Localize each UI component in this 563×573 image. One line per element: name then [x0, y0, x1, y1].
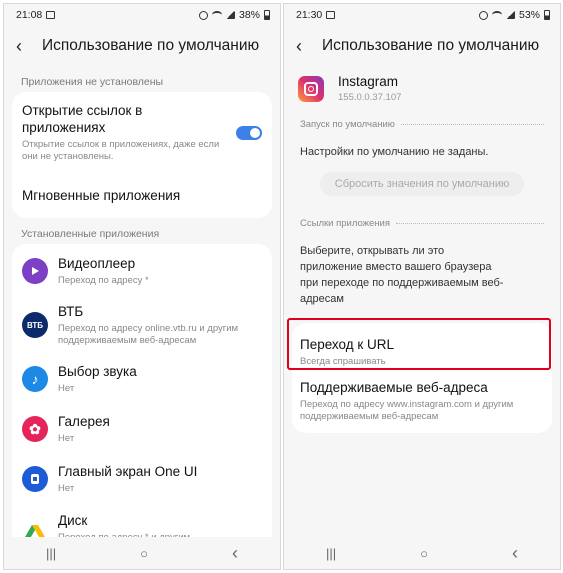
image-notification-icon	[326, 11, 336, 19]
recents-icon[interactable]: |||	[46, 546, 56, 561]
status-bar: 21:30 53%	[284, 4, 560, 26]
divider	[400, 124, 544, 125]
open-links-toggle[interactable]	[236, 125, 262, 140]
back-arrow-icon[interactable]: ‹	[296, 37, 320, 55]
open-links-subtitle: Открытие ссылок в приложениях, даже если…	[22, 139, 220, 162]
battery-icon	[544, 10, 550, 20]
status-time: 21:08	[16, 9, 43, 21]
list-item[interactable]: Видеоплеер Переход по адресу *	[12, 246, 272, 296]
instant-apps-row[interactable]: Мгновенные приложения	[12, 173, 272, 218]
supported-urls-row[interactable]: Поддерживаемые веб-адреса Переход по адр…	[292, 375, 552, 427]
open-links-title: Открытие ссылок в приложениях	[22, 103, 143, 135]
wifi-icon	[491, 11, 502, 19]
app-version: 155.0.0.37.107	[338, 92, 402, 103]
gallery-flower-icon: ✿	[22, 416, 48, 442]
right-screen: 21:30 53% ‹ Использование по умолчанию I…	[283, 3, 561, 570]
launch-default-header: Запуск по умолчанию	[284, 109, 560, 134]
signal-icon	[505, 11, 515, 19]
app-links-header: Ссылки приложения	[284, 196, 560, 233]
app-sub: Переход по адресу online.vtb.ru и другим…	[58, 323, 239, 346]
nav-back-icon[interactable]: ‹	[512, 543, 518, 564]
signal-icon	[225, 11, 235, 19]
app-sub: Нет	[58, 433, 75, 444]
home-icon[interactable]: ○	[420, 546, 428, 561]
navigation-bar: ||| ○ ‹	[4, 537, 280, 569]
supported-urls-subtitle: Переход по адресу www.instagram.com и др…	[300, 399, 514, 422]
battery-icon	[264, 10, 270, 20]
section-installed-label: Установленные приложения	[21, 228, 160, 240]
page-title: Использование по умолчанию	[42, 37, 260, 54]
alarm-icon	[478, 10, 488, 20]
video-player-icon	[22, 258, 48, 284]
left-screen: 21:08 38% ‹ Использование по умолчанию П…	[3, 3, 281, 570]
app-sub: Переход по адресу *	[58, 275, 149, 286]
app-name: Видеоплеер	[58, 256, 136, 271]
app-links-label: Ссылки приложения	[300, 218, 390, 229]
status-bar: 21:08 38%	[4, 4, 280, 26]
nav-back-icon[interactable]: ‹	[232, 543, 238, 564]
list-item[interactable]: ✿ Галерея Нет	[12, 404, 272, 454]
app-name: Диск	[58, 513, 88, 528]
app-name: Галерея	[58, 414, 110, 429]
alarm-icon	[198, 10, 208, 20]
instagram-icon	[298, 76, 324, 102]
instant-apps-label: Мгновенные приложения	[22, 188, 181, 203]
home-icon[interactable]: ○	[140, 546, 148, 561]
launch-default-label: Запуск по умолчанию	[300, 119, 395, 130]
image-notification-icon	[46, 11, 56, 19]
battery-percent: 38%	[238, 9, 260, 21]
app-bar: ‹ Использование по умолчанию	[284, 26, 560, 66]
vtb-icon: ВТБ	[22, 312, 48, 338]
not-installed-card: Открытие ссылок в приложениях Открытие с…	[12, 92, 272, 218]
battery-percent: 53%	[518, 9, 540, 21]
home-screen-icon	[22, 466, 48, 492]
section-not-installed-label: Приложения не установлены	[21, 76, 164, 88]
highlight-box	[287, 318, 551, 370]
list-item[interactable]: Главный экран One UI Нет	[12, 454, 272, 504]
list-item[interactable]: ♪ Выбор звука Нет	[12, 354, 272, 404]
app-name: Instagram	[338, 74, 399, 89]
app-name: Выбор звука	[58, 364, 137, 379]
divider	[395, 223, 544, 224]
supported-urls-title: Поддерживаемые веб-адреса	[300, 380, 488, 395]
reset-defaults-button[interactable]: Сбросить значения по умолчанию	[320, 172, 524, 196]
installed-apps-card: Видеоплеер Переход по адресу * ВТБ ВТБ П…	[12, 244, 272, 564]
no-defaults-text: Настройки по умолчанию не заданы.	[300, 146, 489, 158]
page-title: Использование по умолчанию	[322, 37, 540, 54]
back-arrow-icon[interactable]: ‹	[16, 37, 40, 55]
app-bar: ‹ Использование по умолчанию	[4, 26, 280, 66]
list-item[interactable]: ВТБ ВТБ Переход по адресу online.vtb.ru …	[12, 296, 272, 354]
wifi-icon	[211, 11, 222, 19]
app-header: Instagram 155.0.0.37.107	[284, 66, 560, 109]
navigation-bar: ||| ○ ‹	[284, 537, 560, 569]
app-links-description: Выберите, открывать ли это приложение вм…	[300, 245, 504, 305]
status-time: 21:30	[296, 9, 323, 21]
app-sub: Нет	[58, 383, 75, 394]
music-note-icon: ♪	[22, 366, 48, 392]
recents-icon[interactable]: |||	[326, 546, 336, 561]
app-name: ВТБ	[58, 304, 84, 319]
app-name: Главный экран One UI	[58, 464, 198, 479]
open-links-row[interactable]: Открытие ссылок в приложениях Открытие с…	[12, 92, 272, 173]
app-sub: Нет	[58, 483, 75, 494]
